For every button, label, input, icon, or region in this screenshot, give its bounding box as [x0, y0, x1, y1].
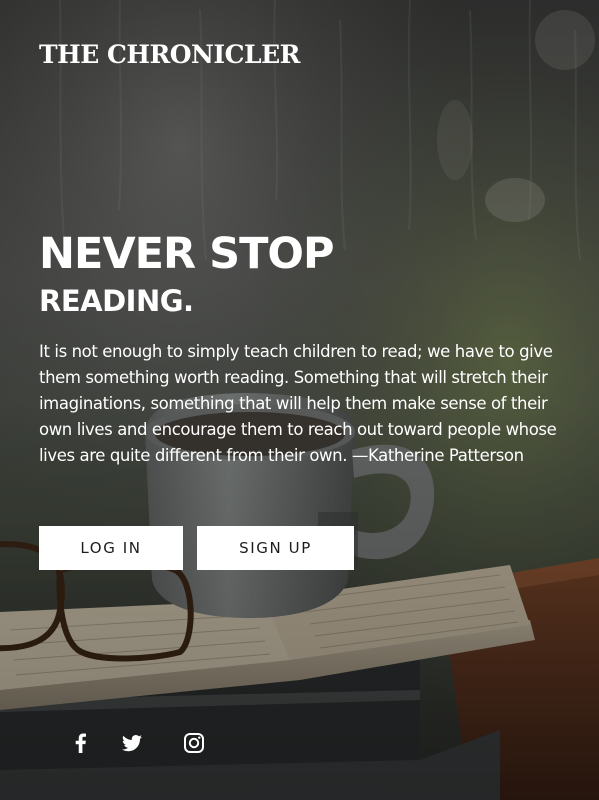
instagram-icon[interactable]	[182, 731, 206, 755]
hero-quote: It is not enough to simply teach childre…	[39, 342, 557, 465]
twitter-icon[interactable]	[120, 731, 144, 755]
login-button[interactable]: LOG IN	[39, 526, 183, 570]
hero-headline: NEVER STOP	[39, 229, 334, 279]
brand-logo[interactable]: THE CHRONICLER	[39, 40, 300, 69]
landing-page: THE CHRONICLER NEVER STOP READING. It is…	[0, 0, 599, 800]
facebook-icon[interactable]	[70, 731, 94, 755]
signup-button[interactable]: SIGN UP	[197, 526, 354, 570]
hero-subheadline: READING.	[39, 284, 194, 318]
